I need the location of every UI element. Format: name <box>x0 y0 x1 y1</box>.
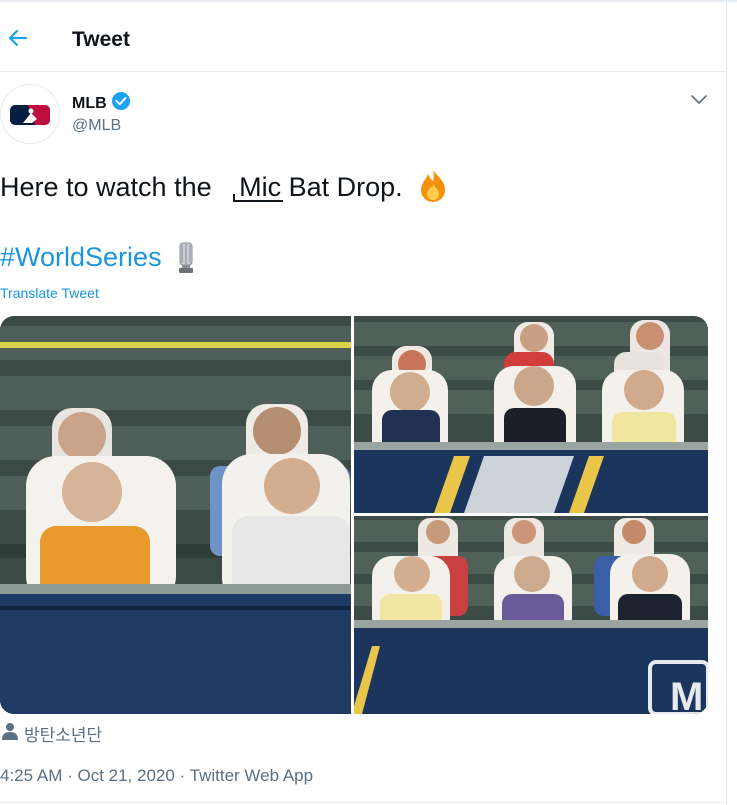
tagged-label[interactable]: 방탄소년단 <box>24 721 102 746</box>
photo-top-right[interactable] <box>354 316 708 513</box>
tweet-text-before: Here to watch the <box>0 172 220 202</box>
photo-left-large[interactable] <box>0 316 351 714</box>
trophy-icon <box>176 241 196 274</box>
fire-emoji <box>410 170 450 202</box>
tweet-timestamp[interactable]: 4:25 AM · Oct 21, 2020 · Twitter Web App <box>0 766 313 786</box>
media-grid: M <box>0 316 708 714</box>
tweet-text-after: Bat Drop. <box>281 172 403 202</box>
person-icon <box>2 722 18 745</box>
strike-line <box>233 200 284 202</box>
tweet-text: Here to watch the Mic Bat Drop. <box>0 168 450 203</box>
author-handle[interactable]: @MLB <box>72 117 121 135</box>
watermark-letter: M <box>670 675 703 714</box>
author-name[interactable]: MLB <box>72 91 131 116</box>
tagged-people[interactable]: 방탄소년단 <box>2 721 102 746</box>
mlb-logo[interactable] <box>0 84 60 144</box>
bottom-divider <box>0 802 726 803</box>
column-divider <box>726 0 727 805</box>
hashtag-link[interactable]: #WorldSeries <box>0 242 162 273</box>
struck-word: Mic <box>233 172 284 203</box>
page-title: Tweet <box>72 28 130 51</box>
chevron-down-icon[interactable] <box>689 89 709 109</box>
tweet-header: Tweet <box>0 2 726 72</box>
photo-bottom-right[interactable]: M <box>354 516 708 714</box>
verified-badge-icon <box>111 91 131 116</box>
translate-tweet-link[interactable]: Translate Tweet <box>0 285 99 301</box>
struck-word-text: Mic <box>239 172 282 202</box>
back-arrow-icon[interactable] <box>6 26 30 50</box>
author-name-label[interactable]: MLB <box>72 95 107 113</box>
